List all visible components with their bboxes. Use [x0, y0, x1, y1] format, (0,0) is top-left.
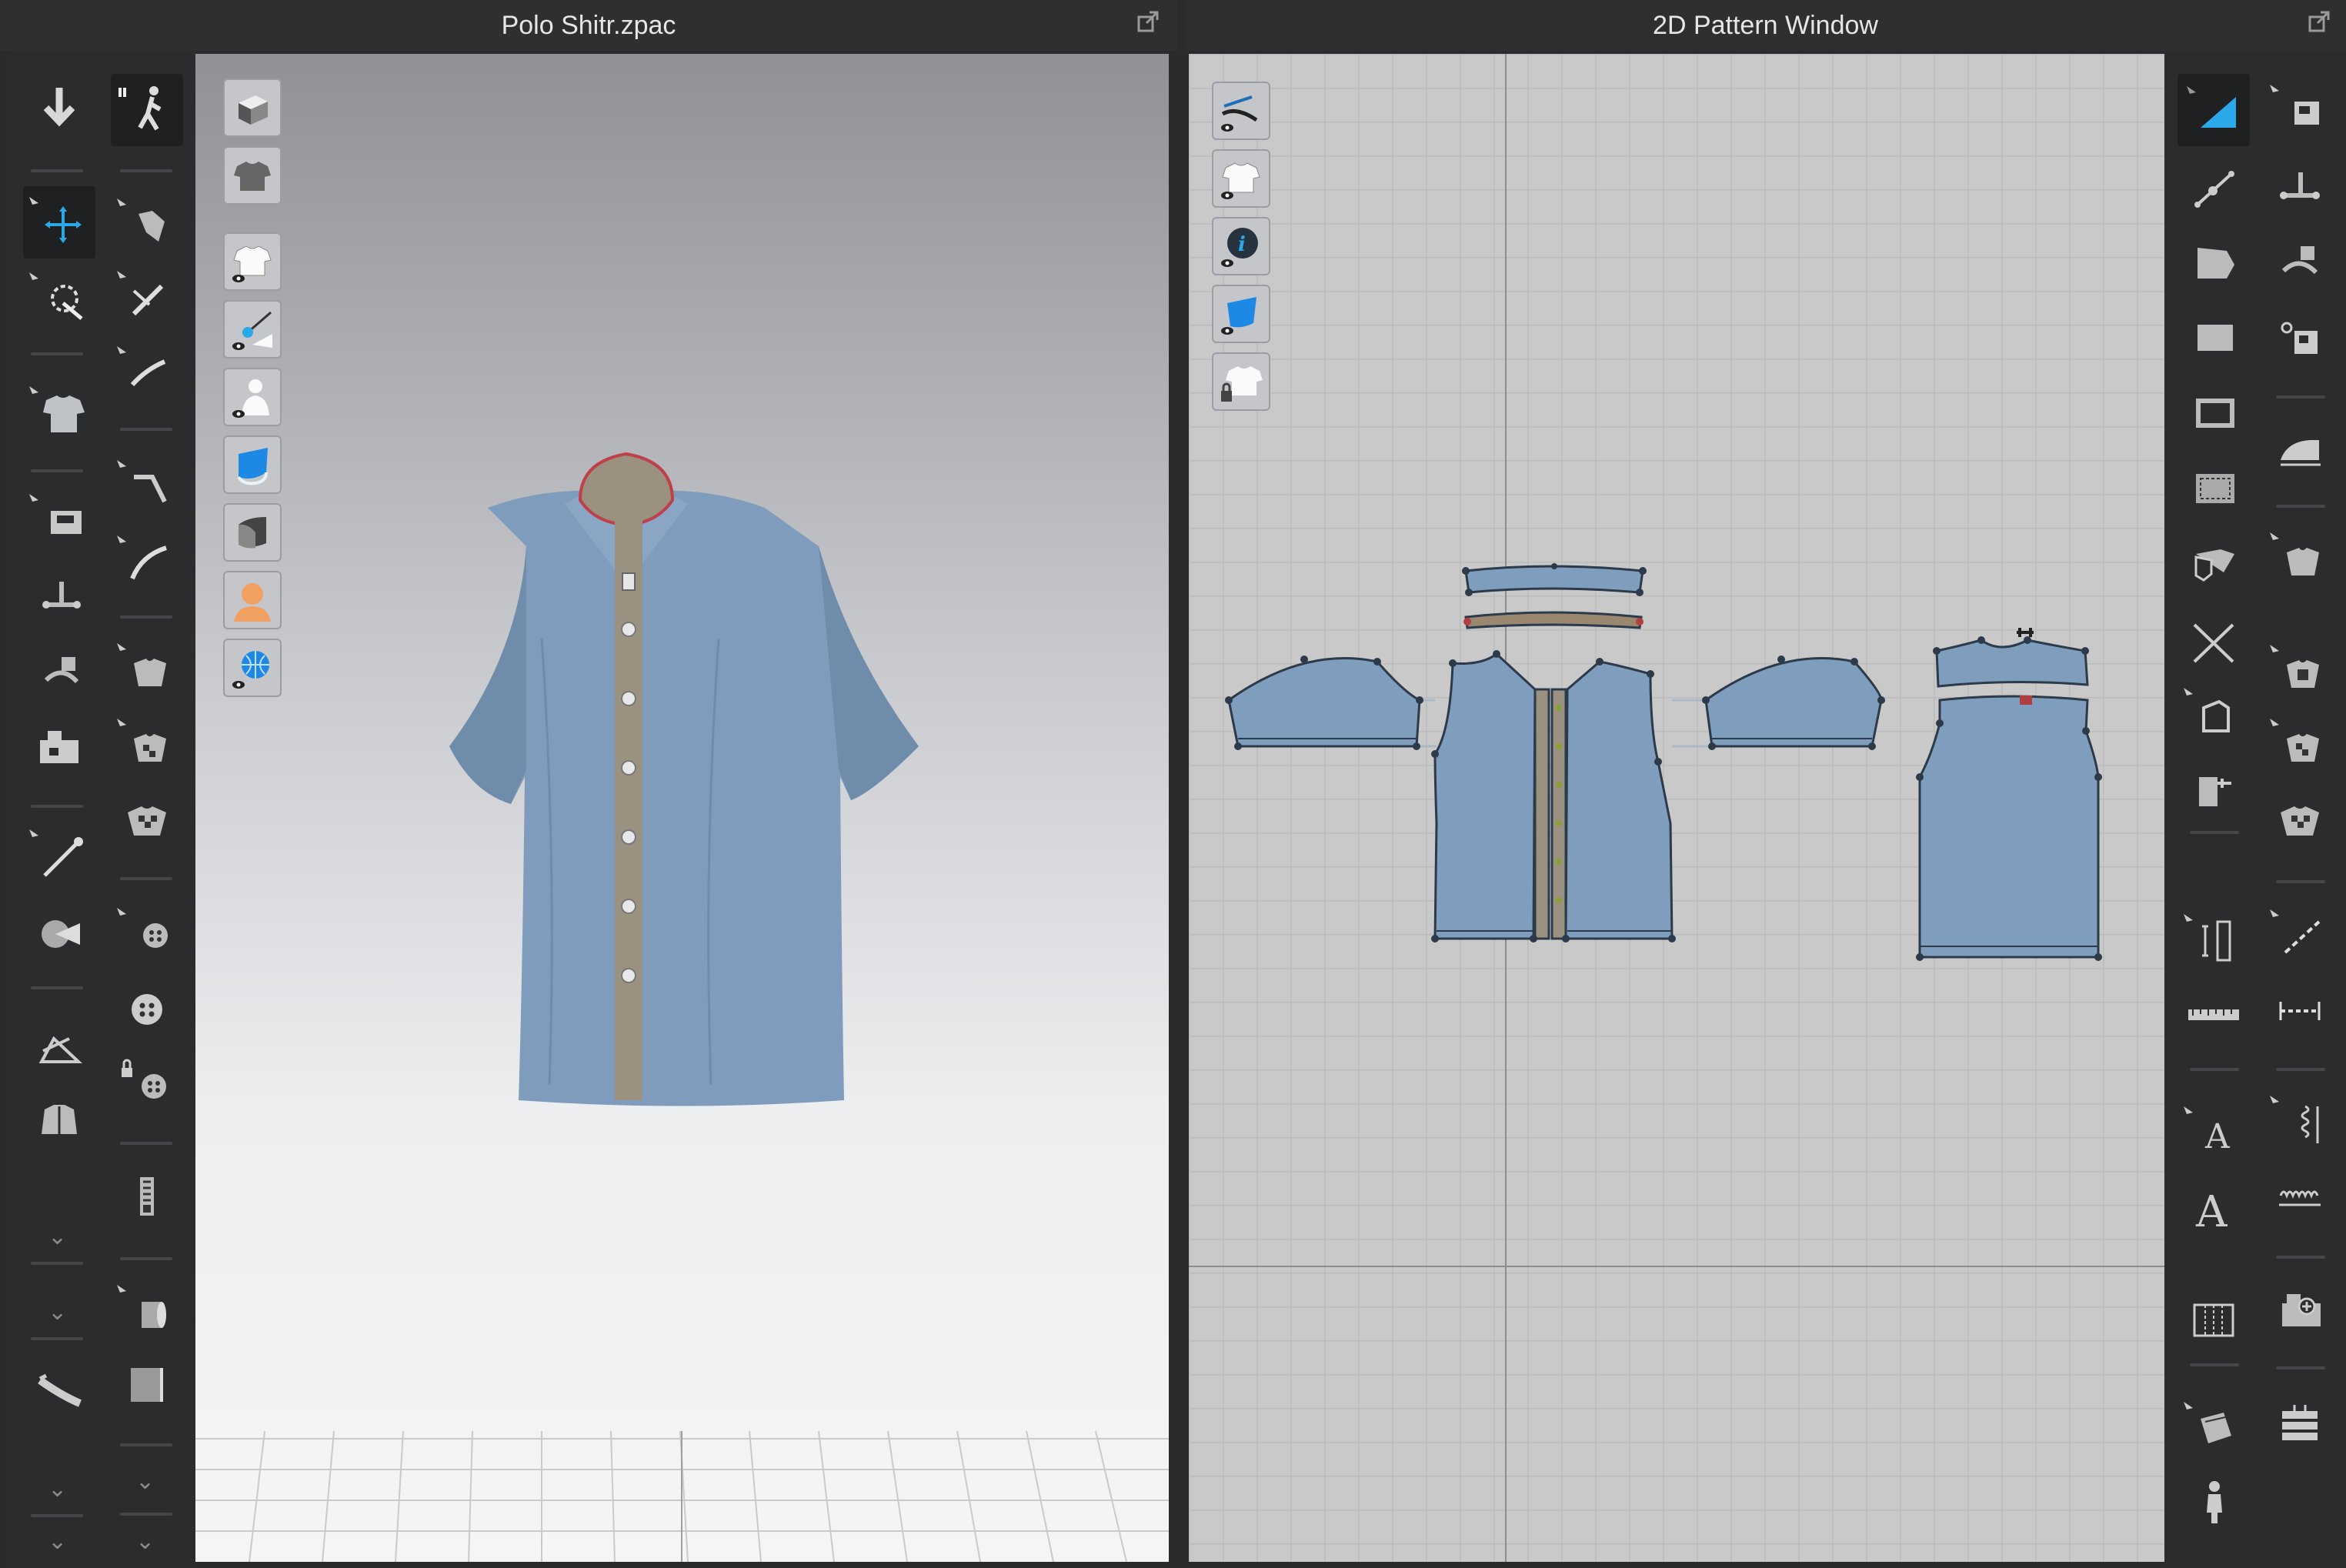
grading-icon[interactable]: A: [2177, 1171, 2250, 1243]
show-garment-icon[interactable]: [223, 232, 282, 291]
sew-n-icon[interactable]: [2264, 225, 2336, 297]
move-gizmo-icon[interactable]: [23, 186, 95, 259]
symmetry-icon[interactable]: [2177, 1280, 2250, 1353]
text-icon[interactable]: [2177, 979, 2250, 1051]
seam-allowance-icon[interactable]: [2177, 752, 2250, 825]
rectangle-icon[interactable]: [2177, 375, 2250, 448]
fabric-2d-icon[interactable]: [1212, 285, 1270, 343]
shirt-simulate-icon[interactable]: [23, 375, 95, 448]
button-add-icon[interactable]: [111, 897, 183, 969]
pattern-back: [1918, 695, 2100, 959]
sew-check-icon[interactable]: [2264, 300, 2336, 372]
internal-polygon-icon[interactable]: [2177, 451, 2250, 523]
polygon-icon[interactable]: [2177, 300, 2250, 372]
sew-segment-icon[interactable]: [2264, 74, 2336, 146]
edit-point-icon[interactable]: [2177, 151, 2250, 223]
trace-icon[interactable]: [2177, 526, 2250, 599]
fabric-stack-icon[interactable]: [2264, 1383, 2336, 1456]
window-title-3d: Polo Shitr.zpac: [0, 0, 1177, 51]
pattern-front-right: [1564, 660, 1674, 940]
avatar-head-icon[interactable]: [223, 571, 282, 629]
window-divider[interactable]: [1169, 51, 1189, 1568]
button-icon[interactable]: [111, 972, 183, 1045]
viewport-3d[interactable]: [195, 54, 1169, 1562]
select-pattern-icon[interactable]: [111, 188, 183, 260]
cut-icon[interactable]: [2177, 602, 2250, 674]
popout-2d-icon[interactable]: [2308, 11, 2330, 32]
fabric-block-icon[interactable]: [111, 1348, 183, 1420]
tack-icon[interactable]: [2264, 634, 2336, 706]
globe-icon[interactable]: [223, 639, 282, 697]
shirt-3d-model: [449, 452, 919, 1106]
transform-pattern-icon[interactable]: [2177, 74, 2250, 146]
fabric-blue-icon[interactable]: [223, 435, 282, 494]
shirt-back-icon[interactable]: [223, 146, 282, 205]
sew-add-icon[interactable]: [2264, 1273, 2336, 1345]
pattern-sleeve-left: [1227, 657, 1421, 748]
segment-sew-icon[interactable]: [23, 559, 95, 631]
annotation-icon[interactable]: A: [2177, 1096, 2250, 1168]
zipper-icon[interactable]: [111, 1160, 183, 1233]
free-sew-icon[interactable]: [23, 634, 95, 706]
shirring-icon[interactable]: [2264, 783, 2336, 856]
arrange-points-icon[interactable]: [23, 1008, 95, 1080]
segment-icon[interactable]: [111, 449, 183, 522]
fabric-gray-icon[interactable]: [223, 503, 282, 562]
sewing-ops-icon[interactable]: [23, 709, 95, 782]
stitch-line-icon[interactable]: [2264, 974, 2336, 1046]
add-point-icon[interactable]: [2177, 225, 2250, 297]
texture-edit-icon[interactable]: [111, 632, 183, 705]
iron-icon[interactable]: [2264, 411, 2336, 483]
info-icon[interactable]: i: [1212, 217, 1270, 275]
viewport-2d[interactable]: i: [1189, 54, 2164, 1562]
topstitch-icon[interactable]: [2264, 899, 2336, 971]
avatar-edit-icon[interactable]: [2177, 1391, 2250, 1463]
edit-curve-icon[interactable]: [111, 335, 183, 408]
svg-text:i: i: [1238, 233, 1246, 256]
zigzag-icon[interactable]: [2264, 1160, 2336, 1233]
title-3d-text: Polo Shitr.zpac: [501, 11, 676, 40]
pin-icon[interactable]: [23, 819, 95, 891]
avatar-jacket-icon[interactable]: [23, 1083, 95, 1156]
box-view-icon[interactable]: [223, 78, 282, 137]
svg-text:A: A: [2204, 1117, 2231, 1156]
pattern-needle-icon[interactable]: [1212, 82, 1270, 140]
fabric-roll-icon[interactable]: [111, 1274, 183, 1346]
fold-icon[interactable]: [2264, 522, 2336, 594]
graphic-icon[interactable]: [111, 783, 183, 856]
select-mesh-icon[interactable]: [23, 262, 95, 334]
lock-garment-icon[interactable]: [1212, 352, 1270, 411]
puckering-icon[interactable]: [2264, 708, 2336, 780]
tape-measure-icon[interactable]: [23, 1353, 95, 1425]
svg-text:A: A: [2195, 1187, 2228, 1237]
down-arrow-icon[interactable]: [23, 74, 95, 146]
pattern-front-left: [1433, 652, 1537, 940]
notch-icon[interactable]: [2177, 677, 2250, 749]
pattern-collar: [1464, 565, 1644, 594]
show-garment-2d-icon[interactable]: [1212, 149, 1270, 208]
sewing-machine-icon[interactable]: [23, 483, 95, 555]
show-avatar-icon[interactable]: [223, 368, 282, 426]
pattern-collar-stand: [1464, 611, 1643, 629]
sew-free-icon[interactable]: [2264, 149, 2336, 222]
pattern-sleeve-right: [1704, 657, 1883, 748]
elastic-icon[interactable]: [2264, 1085, 2336, 1157]
ruler-icon[interactable]: [2177, 903, 2250, 976]
window-title-2d: 2D Pattern Window: [1185, 0, 2346, 51]
title-2d-text: 2D Pattern Window: [1653, 11, 1878, 40]
popout-3d-icon[interactable]: [1137, 11, 1159, 32]
button-lock-icon[interactable]: [111, 1048, 183, 1120]
avatar-figure-icon[interactable]: [2177, 1466, 2250, 1539]
texture-transform-icon[interactable]: [111, 708, 183, 780]
show-pins-icon[interactable]: [223, 300, 282, 359]
walk-avatar-icon[interactable]: [111, 74, 183, 146]
pattern-back-yoke: [1935, 639, 2089, 688]
free-curve-icon[interactable]: [111, 525, 183, 597]
edit-pattern-icon[interactable]: [111, 260, 183, 332]
pattern-placket-left: [1533, 688, 1550, 940]
pattern-pieces: [1227, 565, 2100, 959]
fold-arrange-icon[interactable]: [23, 894, 95, 966]
